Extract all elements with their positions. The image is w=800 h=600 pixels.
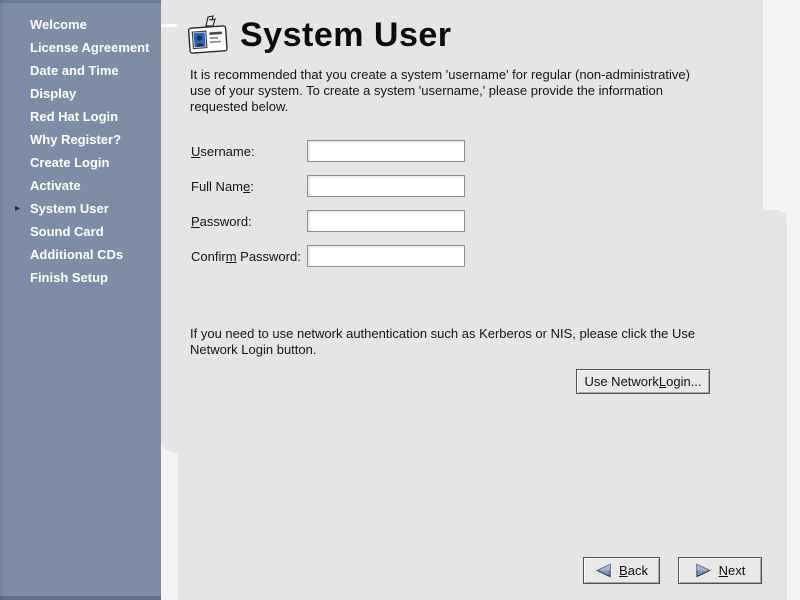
sidebar-item-label: Finish Setup: [30, 270, 108, 285]
intro-text: It is recommended that you create a syst…: [190, 67, 706, 115]
firstboot-window: { "window": { "title": "System User" }, …: [0, 0, 800, 600]
full-name-label: Full Name:: [191, 179, 307, 194]
page-title: System User: [240, 16, 452, 55]
sidebar-item-date-and-time: Date and Time: [0, 59, 161, 82]
sidebar-item-label: Sound Card: [30, 224, 104, 239]
sidebar-item-label: Display: [30, 86, 76, 101]
next-button-label: Next: [719, 563, 746, 578]
sidebar-item-label: Create Login: [30, 155, 109, 170]
sidebar-item-label: System User: [30, 201, 109, 216]
sidebar-connector-line: [159, 24, 178, 27]
back-arrow-icon: [595, 563, 612, 578]
next-button[interactable]: Next: [678, 557, 762, 584]
page-header: System User: [186, 12, 452, 58]
sidebar-item-red-hat-login: Red Hat Login: [0, 105, 161, 128]
active-step-arrow-icon: ▸: [15, 197, 20, 220]
form-row-full-name: Full Name:: [191, 175, 465, 197]
form-row-confirm-password: Confirm Password:: [191, 245, 465, 267]
sidebar-item-label: Red Hat Login: [30, 109, 118, 124]
sidebar-item-welcome: Welcome: [0, 13, 161, 36]
back-button-label: Back: [619, 563, 648, 578]
sidebar-item-sound-card: Sound Card: [0, 220, 161, 243]
steps-sidebar: Welcome License Agreement Date and Time …: [0, 0, 161, 600]
sidebar-item-finish-setup: Finish Setup: [0, 266, 161, 289]
sidebar-item-label: Activate: [30, 178, 81, 193]
full-name-input[interactable]: [307, 175, 465, 197]
user-form: Username: Full Name: Password: Confirm P…: [191, 140, 465, 280]
form-row-username: Username:: [191, 140, 465, 162]
sidebar-item-label: Additional CDs: [30, 247, 123, 262]
back-button[interactable]: Back: [583, 557, 660, 584]
sidebar-item-activate: Activate: [0, 174, 161, 197]
username-input[interactable]: [307, 140, 465, 162]
id-badge-icon: [186, 12, 230, 58]
next-arrow-icon: [695, 563, 712, 578]
network-auth-note: If you need to use network authenticatio…: [190, 326, 706, 358]
sidebar-item-create-login: Create Login: [0, 151, 161, 174]
sidebar-item-additional-cds: Additional CDs: [0, 243, 161, 266]
sidebar-item-license-agreement: License Agreement: [0, 36, 161, 59]
sidebar-item-display: Display: [0, 82, 161, 105]
confirm-password-input[interactable]: [307, 245, 465, 267]
form-row-password: Password:: [191, 210, 465, 232]
sidebar-item-label: Date and Time: [30, 63, 119, 78]
password-label: Password:: [191, 214, 307, 229]
use-network-login-button[interactable]: Use Network Login...: [576, 369, 710, 394]
sidebar-item-label: License Agreement: [30, 40, 149, 55]
username-label: Username:: [191, 144, 307, 159]
password-input[interactable]: [307, 210, 465, 232]
sidebar-item-label: Why Register?: [30, 132, 121, 147]
steps-list: Welcome License Agreement Date and Time …: [0, 0, 161, 289]
confirm-password-label: Confirm Password:: [191, 249, 307, 264]
sidebar-item-system-user: ▸ System User: [0, 197, 161, 220]
sidebar-item-why-register: Why Register?: [0, 128, 161, 151]
sidebar-item-label: Welcome: [30, 17, 87, 32]
